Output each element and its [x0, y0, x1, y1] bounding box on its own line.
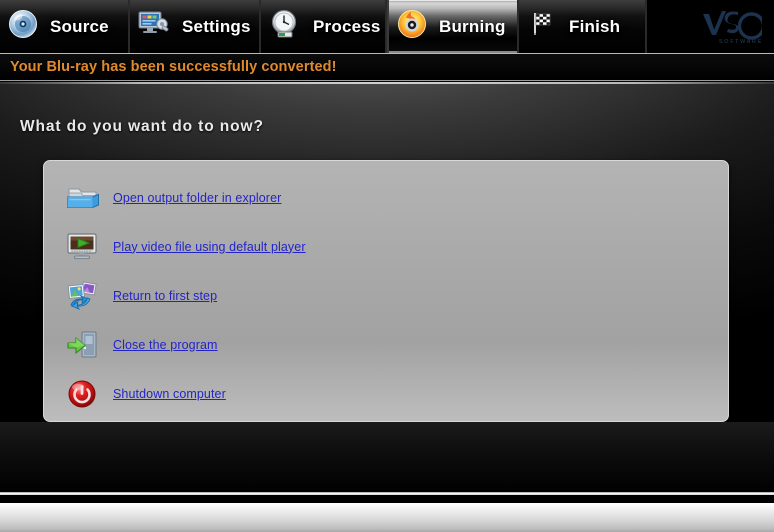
option-open-output-folder[interactable]: Open output folder in explorer — [44, 173, 728, 222]
option-label[interactable]: Return to first step — [113, 289, 217, 303]
checkered-flag-icon — [527, 9, 557, 44]
disc-icon — [8, 9, 38, 44]
tab-bar-filler: SOFTWARE — [647, 0, 774, 53]
option-label[interactable]: Open output folder in explorer — [113, 191, 281, 205]
monitor-play-icon — [65, 230, 101, 264]
status-bar: Your Blu-ray has been successfully conve… — [0, 53, 774, 81]
tab-burning-label: Burning — [439, 16, 506, 36]
burning-disc-icon — [397, 9, 427, 44]
tab-source[interactable]: Source — [0, 0, 130, 53]
tab-source-label: Source — [50, 16, 109, 36]
application-window: Source Settings Process Burning Finish S… — [0, 0, 774, 532]
vso-logo-sub: SOFTWARE — [719, 39, 762, 45]
option-label[interactable]: Shutdown computer — [113, 387, 226, 401]
tab-process-label: Process — [313, 16, 381, 36]
option-close-program[interactable]: Close the program — [44, 320, 728, 369]
option-play-video-file[interactable]: Play video file using default player — [44, 222, 728, 271]
status-message: Your Blu-ray has been successfully conve… — [10, 59, 337, 75]
tab-settings[interactable]: Settings — [130, 0, 261, 53]
clock-icon — [269, 9, 301, 44]
option-return-to-first-step[interactable]: Return to first step — [44, 271, 728, 320]
refresh-photos-icon — [65, 279, 101, 313]
option-label[interactable]: Play video file using default player — [113, 240, 306, 254]
footer-dark-area — [0, 422, 774, 494]
tab-finish-label: Finish — [569, 16, 621, 36]
action-option-list: Open output folder in explorer Play vide… — [44, 173, 728, 418]
vso-software-logo: SOFTWARE — [700, 8, 766, 46]
wizard-tab-bar: Source Settings Process Burning Finish S… — [0, 0, 774, 53]
tab-process[interactable]: Process — [261, 0, 387, 53]
tab-settings-label: Settings — [182, 16, 251, 36]
folder-icon — [65, 181, 101, 215]
footer-status-strip — [0, 503, 774, 532]
page-title: What do you want do to now? — [20, 118, 264, 135]
power-icon — [65, 377, 101, 411]
content-top-highlight — [0, 82, 774, 84]
exit-door-icon — [65, 328, 101, 362]
tab-burning[interactable]: Burning — [387, 0, 519, 53]
option-label[interactable]: Close the program — [113, 338, 218, 352]
tab-finish[interactable]: Finish — [519, 0, 647, 53]
footer-gap — [0, 495, 774, 503]
next-action-panel: Open output folder in explorer Play vide… — [43, 160, 729, 422]
option-shutdown-computer[interactable]: Shutdown computer — [44, 369, 728, 418]
monitor-tools-icon — [138, 10, 170, 43]
